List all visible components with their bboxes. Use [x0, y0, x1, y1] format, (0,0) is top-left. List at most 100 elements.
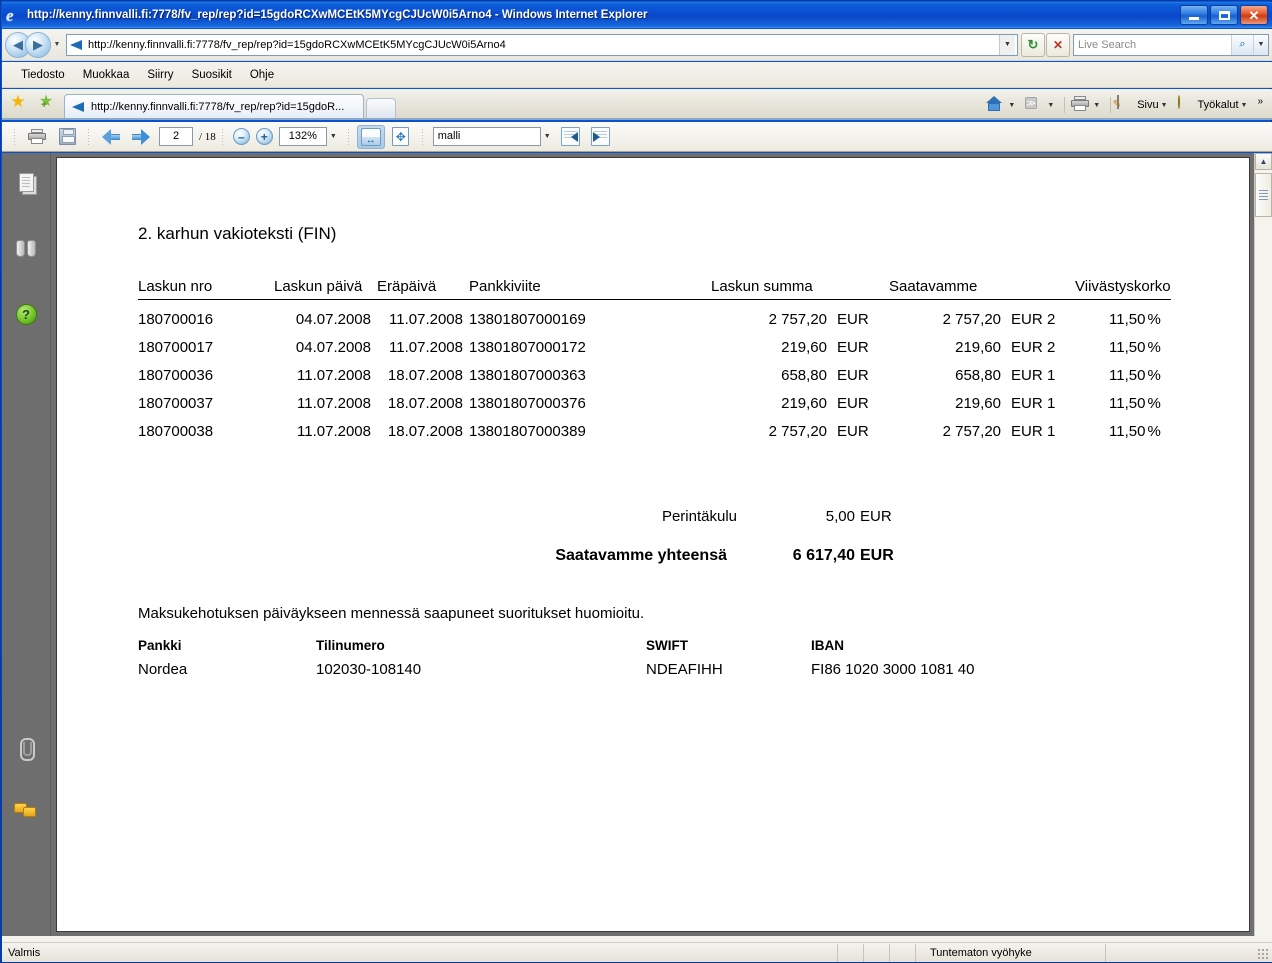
cell-receivable: 2 757,20	[942, 423, 1001, 440]
zoom-dropdown-button[interactable]: ▼	[330, 133, 337, 140]
fit-width-icon	[360, 127, 381, 146]
table-header-row: Laskun nro Laskun päivä Eräpäivä Pankkiv…	[138, 278, 1171, 300]
status-resize-area[interactable]	[1106, 944, 1272, 962]
stop-button[interactable]: ✕	[1046, 32, 1070, 57]
toolbar-grip[interactable]	[220, 127, 225, 146]
tools-menu-button[interactable]: Työkalut ▼	[1175, 95, 1255, 115]
toolbar-grip[interactable]	[87, 127, 91, 146]
new-tab-button[interactable]	[366, 98, 396, 118]
toolbar-grip[interactable]	[13, 127, 17, 146]
scrollbar-thumb[interactable]	[1255, 173, 1272, 217]
menu-item-tiedosto[interactable]: Tiedosto	[12, 67, 74, 83]
minimize-button[interactable]	[1180, 5, 1208, 25]
forward-arrow-icon: ▶	[33, 36, 43, 52]
status-left-text: Valmis	[2, 943, 838, 962]
zoom-in-button[interactable]: +	[255, 128, 273, 145]
print-button[interactable]: ▼	[1068, 95, 1107, 115]
pdf-sidebar: ?	[2, 153, 51, 936]
model-dropdown-button[interactable]: ▼	[544, 133, 551, 140]
toolbar-grip[interactable]	[346, 127, 351, 146]
chevron-down-icon: ▼	[1047, 101, 1055, 109]
previous-page-button[interactable]	[97, 125, 125, 149]
total-label: Saatavamme yhteensä	[555, 547, 727, 564]
chevron-down-icon: ▼	[1257, 41, 1265, 48]
document-content: 2. karhun vakioteksti (FIN) Laskun nro L…	[57, 158, 1249, 931]
cell-receivable: 658,80	[955, 367, 1001, 384]
cell-invoice-date: 11.07.2008	[297, 395, 371, 412]
fit-page-button[interactable]	[387, 125, 415, 149]
sidebar-item-comments[interactable]	[11, 795, 41, 825]
model-input[interactable]: malli	[432, 127, 541, 146]
bank-details-table: Pankki Tilinumero SWIFT IBAN Nordea 1020…	[138, 638, 1041, 678]
zoom-out-button[interactable]: –	[232, 128, 250, 145]
chevron-down-icon: ▼	[543, 133, 551, 140]
column-header-interest: Viivästyskorko	[1075, 278, 1171, 300]
forward-button[interactable]: ▶	[25, 31, 51, 58]
column-header-invoice-date: Laskun päivä	[274, 278, 377, 300]
binoculars-icon	[16, 239, 36, 257]
history-dropdown-button[interactable]: ▼	[51, 35, 63, 55]
status-cell-2	[864, 943, 890, 962]
tools-menu-label: Työkalut	[1197, 99, 1239, 111]
url-dropdown-button[interactable]: ▼	[999, 34, 1015, 55]
cell-due-date: 11.07.2008	[389, 339, 463, 356]
close-button[interactable]: ✕	[1240, 5, 1268, 25]
fit-width-button[interactable]	[356, 124, 385, 149]
toolbar-grip[interactable]	[420, 127, 425, 146]
menu-item-muokkaa[interactable]: Muokkaa	[74, 67, 139, 83]
invoice-table: Laskun nro Laskun päivä Eräpäivä Pankkiv…	[138, 278, 1171, 440]
page-menu-label: Sivu	[1137, 99, 1159, 111]
scroll-up-button[interactable]: ▲	[1255, 153, 1272, 170]
totals-section: Perintäkulu 5,00 EUR Saatavamme yhteensä…	[57, 508, 1249, 565]
fee-value: 5,00	[825, 508, 855, 525]
home-button[interactable]: ▼	[983, 95, 1022, 115]
menu-item-ohje[interactable]: Ohje	[241, 67, 283, 83]
toolbar-overflow-button[interactable]: »	[1254, 95, 1266, 108]
search-provider-dropdown[interactable]: ▼	[1253, 34, 1268, 55]
cell-bank-reference: 13801807000389	[469, 423, 586, 440]
zoom-level-input[interactable]: 132%	[278, 127, 327, 146]
column-header-invoice-no: Laskun nro	[138, 278, 274, 300]
next-document-button[interactable]	[587, 125, 615, 149]
table-row: 180700038 11.07.2008 18.07.2008 13801807000…	[138, 412, 1171, 440]
page-area[interactable]: 2. karhun vakioteksti (FIN) Laskun nro L…	[52, 153, 1254, 936]
next-page-button[interactable]	[127, 125, 155, 149]
sidebar-item-search[interactable]	[11, 233, 41, 263]
fit-page-icon	[392, 127, 410, 146]
ie-logo-icon: e	[6, 5, 14, 25]
pdf-save-button[interactable]	[53, 125, 81, 149]
resize-grip-icon[interactable]	[1257, 947, 1269, 960]
comments-icon	[14, 801, 38, 819]
search-button[interactable]: ⌕	[1231, 34, 1253, 55]
refresh-button[interactable]: ↻	[1021, 32, 1045, 57]
page-number-input[interactable]: 2	[159, 127, 193, 146]
sidebar-item-pages[interactable]	[11, 167, 41, 197]
maximize-button[interactable]	[1210, 5, 1238, 25]
menu-item-siirry[interactable]: Siirry	[138, 67, 182, 83]
cell-invoice-date: 11.07.2008	[297, 367, 371, 384]
title-bar: e http://kenny.finnvalli.fi:7778/fv_rep/…	[2, 2, 1272, 28]
menu-item-suosikit[interactable]: Suosikit	[183, 67, 241, 83]
cell-invoice-currency: EUR	[837, 311, 869, 328]
cell-interest-rate: 11,50	[1109, 339, 1146, 356]
cell-receivable: 219,60	[955, 395, 1001, 412]
chevron-down-icon: ▼	[1240, 101, 1248, 109]
favorites-center-icon[interactable]: ★	[8, 93, 28, 113]
cell-invoice-sum: 2 757,20	[768, 423, 827, 440]
add-to-favorites-icon[interactable]: ★ +	[36, 93, 56, 113]
search-input[interactable]: Live Search ⌕ ▼	[1073, 33, 1269, 56]
url-input[interactable]: http://kenny.finnvalli.fi:7778/fv_rep/re…	[66, 33, 1018, 56]
page-menu-button[interactable]: Sivu ▼	[1114, 95, 1174, 115]
cell-receivable-currency: EUR	[1011, 367, 1043, 384]
bank-name: Nordea	[138, 661, 188, 678]
sidebar-item-help[interactable]: ?	[11, 299, 41, 329]
tab-active[interactable]: http://kenny.finnvalli.fi:7778/fv_rep/re…	[64, 94, 364, 118]
pdf-print-button[interactable]	[23, 125, 51, 149]
vertical-scrollbar[interactable]: ▲	[1254, 153, 1272, 936]
cell-due-date: 18.07.2008	[387, 367, 463, 384]
sidebar-item-attachments[interactable]	[11, 733, 41, 763]
cell-receivable-currency: EUR	[1011, 311, 1043, 328]
previous-document-button[interactable]	[557, 125, 585, 149]
feeds-button[interactable]: ≫ ▼	[1022, 95, 1061, 115]
bank-header-row: Pankki Tilinumero SWIFT IBAN	[138, 638, 1041, 656]
